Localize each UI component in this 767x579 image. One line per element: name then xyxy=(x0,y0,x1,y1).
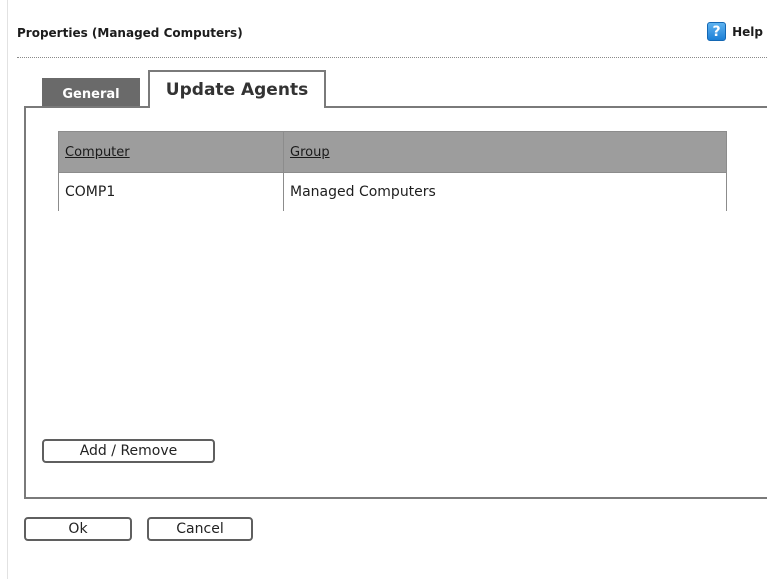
dialog-title: Properties (Managed Computers) xyxy=(17,26,243,40)
sort-link-group[interactable]: Group xyxy=(290,145,330,160)
tab-general[interactable]: General xyxy=(42,78,140,108)
help-link[interactable]: ? Help xyxy=(707,22,763,41)
header-divider xyxy=(17,57,767,58)
cell-computer: COMP1 xyxy=(59,173,284,211)
help-question-icon[interactable]: ? xyxy=(707,22,727,41)
window-edge xyxy=(7,0,8,579)
computer-name: COMP1 xyxy=(65,184,116,200)
agents-table: Computer Group COMP1 Managed Computers xyxy=(58,131,727,211)
ok-button[interactable]: Ok xyxy=(24,517,132,541)
help-label[interactable]: Help xyxy=(732,25,763,39)
group-name: Managed Computers xyxy=(290,184,436,200)
table-header-row: Computer Group xyxy=(59,132,726,173)
column-header-group[interactable]: Group xyxy=(284,132,726,172)
column-header-computer[interactable]: Computer xyxy=(59,132,284,172)
add-remove-button[interactable]: Add / Remove xyxy=(42,439,215,463)
tab-update-agents[interactable]: Update Agents xyxy=(148,70,326,108)
table-row[interactable]: COMP1 Managed Computers xyxy=(59,173,726,211)
cell-group: Managed Computers xyxy=(284,173,726,211)
cancel-button[interactable]: Cancel xyxy=(147,517,253,541)
sort-link-computer[interactable]: Computer xyxy=(65,145,130,160)
